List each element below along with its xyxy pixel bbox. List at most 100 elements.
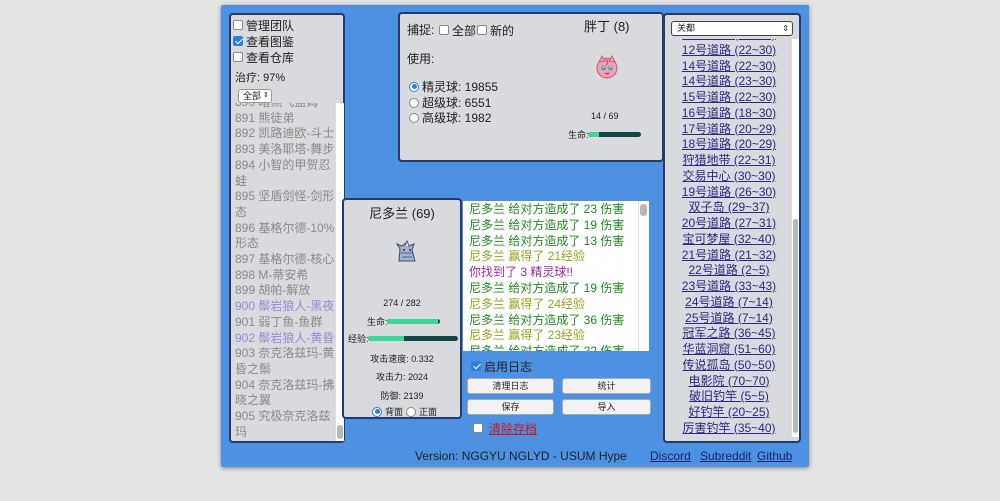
enemy-hp-label: 生命: <box>568 130 589 140</box>
subreddit-link[interactable]: Subreddit <box>700 449 751 463</box>
pokedex-entry[interactable]: 895 坚盾剑怪-剑形 <box>235 189 335 205</box>
catch-all-checkbox[interactable]: 全部 <box>439 22 476 38</box>
region-select[interactable]: 关都 ⇕ <box>671 21 793 36</box>
log-scrollbar[interactable] <box>638 201 648 351</box>
pokedex-entry[interactable]: 态 <box>235 205 335 221</box>
route-link[interactable]: 宝可梦屋 (32~40) <box>667 232 791 248</box>
select-arrows-icon: ⇕ <box>782 24 789 33</box>
pokedex-entry[interactable]: 蛙 <box>235 174 335 190</box>
pokedex-entry[interactable]: 892 凯路迪欧-斗士 <box>235 126 335 142</box>
pokedex-entry[interactable]: 900 鬃岩狼人-黑夜 <box>235 299 335 315</box>
route-link[interactable]: 14号道路 (22~30) <box>667 59 791 75</box>
checkbox-box[interactable] <box>233 20 243 30</box>
route-link[interactable]: 双子岛 (29~37) <box>667 200 791 216</box>
catch-new-checkbox[interactable]: 新的 <box>477 22 514 38</box>
route-link[interactable]: 狩猎地带 (22~31) <box>667 153 791 169</box>
clear-save-link[interactable]: 清除存档 <box>489 420 537 437</box>
checkbox-box[interactable] <box>439 25 449 35</box>
scrollbar-thumb[interactable] <box>337 425 343 439</box>
stats-button[interactable]: 统计 <box>562 378 651 394</box>
route-link[interactable]: 19号道路 (26~30) <box>667 185 791 201</box>
manage-team-checkbox[interactable]: 管理团队 <box>233 17 343 33</box>
enable-log-checkbox[interactable]: 启用日志 <box>471 358 532 374</box>
scrollbar-thumb[interactable] <box>640 204 647 216</box>
route-link[interactable]: 23号道路 (33~43) <box>667 279 791 295</box>
pokedex-list[interactable]: 890 暗黑飞盖姆891 熊徒弟892 凯路迪欧-斗士893 美洛耶塔-舞步89… <box>235 103 337 441</box>
ultraball-radio[interactable]: 高级球: 1982 <box>409 109 491 126</box>
pokeball-radio[interactable]: 精灵球: 19855 <box>409 78 498 95</box>
save-button[interactable]: 保存 <box>467 399 554 415</box>
scrollbar-thumb[interactable] <box>793 219 798 433</box>
radio-dot[interactable] <box>406 406 416 417</box>
github-link[interactable]: Github <box>757 449 792 463</box>
radio-dot[interactable] <box>409 81 419 92</box>
discord-link[interactable]: Discord <box>650 449 691 463</box>
view-pokedex-checkbox[interactable]: 查看图鉴 <box>233 33 343 49</box>
defense-stat: 防御: 2139 <box>380 391 424 401</box>
route-link[interactable]: 12号道路 (22~30) <box>667 43 791 59</box>
pokedex-entry[interactable]: 玛 <box>235 425 335 441</box>
pokedex-filter-select[interactable]: 全部 ⇕ <box>238 89 272 103</box>
log-line: 尼多兰 赢得了 24经验 <box>469 296 586 311</box>
route-link[interactable]: 14号道路 (23~30) <box>667 74 791 90</box>
route-link[interactable]: 冠军之路 (36~45) <box>667 326 791 342</box>
jigglypuff-sprite <box>596 54 618 79</box>
view-front-radio[interactable]: 正面 <box>406 405 437 418</box>
clear-log-button[interactable]: 清理日志 <box>467 378 554 394</box>
checkbox-box[interactable] <box>471 361 481 371</box>
routes-scrollbar[interactable] <box>791 39 799 437</box>
log-line: 尼多兰 赢得了 21经验 <box>469 249 586 264</box>
route-link[interactable]: 华蓝洞窟 (51~60) <box>667 342 791 358</box>
exp-bar <box>368 336 458 341</box>
pokedex-entry[interactable]: 902 鬃岩狼人-黄昏 <box>235 331 335 347</box>
radio-dot[interactable] <box>409 112 419 123</box>
route-link[interactable]: 17号道路 (20~29) <box>667 122 791 138</box>
view-back-radio[interactable]: 背面 <box>372 405 403 418</box>
pokedex-entry[interactable]: 晓之翼 <box>235 393 335 409</box>
log-line: 尼多兰 给对方造成了 19 伤害 <box>469 217 625 232</box>
route-link[interactable]: 破旧钓竿 (5~5) <box>667 389 791 405</box>
route-link[interactable]: 22号道路 (2~5) <box>667 263 791 279</box>
view-storage-checkbox[interactable]: 查看仓库 <box>233 49 343 65</box>
pokedex-entry[interactable]: 891 熊徒弟 <box>235 111 335 127</box>
game-window: 管理团队 查看图鉴 查看仓库 治疗: 97% 全部 ⇕ 890 暗黑飞盖姆891… <box>221 5 809 467</box>
import-button[interactable]: 导入 <box>562 399 651 415</box>
pokedex-entry[interactable]: 904 奈克洛兹玛-拂 <box>235 378 335 394</box>
route-link[interactable]: 18号道路 (20~29) <box>667 137 791 153</box>
route-link[interactable]: 厉害钓竿 (35~40) <box>667 421 791 437</box>
checkbox-box[interactable] <box>477 25 487 35</box>
checkbox-box[interactable] <box>233 52 243 62</box>
battle-log[interactable]: 尼多兰 给对方造成了 23 伤害 尼多兰 给对方造成了 19 伤害 尼多兰 给对方造… <box>463 201 649 351</box>
route-link[interactable]: 15号道路 (22~30) <box>667 90 791 106</box>
route-link[interactable]: 传说孤岛 (50~50) <box>667 358 791 374</box>
clear-save-control[interactable]: 清除存档 <box>473 420 537 436</box>
radio-dot[interactable] <box>409 97 419 108</box>
pokedex-entry[interactable]: 890 暗黑飞盖姆 <box>235 103 335 111</box>
pokedex-entry[interactable]: 903 奈克洛兹玛-黄 <box>235 346 335 362</box>
checkbox-box[interactable] <box>473 423 483 433</box>
pokedex-entry[interactable]: 昏之鬃 <box>235 362 335 378</box>
route-link[interactable]: 电影院 (70~70) <box>667 374 791 390</box>
pokedex-entry[interactable]: 893 美洛耶塔-舞步 <box>235 142 335 158</box>
route-link[interactable]: 交易中心 (30~30) <box>667 169 791 185</box>
route-link[interactable]: 24号道路 (7~14) <box>667 295 791 311</box>
route-link[interactable]: 好钓竿 (20~25) <box>667 405 791 421</box>
pokedex-entry[interactable]: 896 基格尔德-10% <box>235 221 335 237</box>
route-link[interactable]: 16号道路 (18~30) <box>667 106 791 122</box>
route-link[interactable]: 21号道路 (21~32) <box>667 248 791 264</box>
pokedex-entry[interactable]: 899 胡帕-解放 <box>235 283 335 299</box>
checkbox-box[interactable] <box>233 36 243 46</box>
radio-dot[interactable] <box>372 406 382 417</box>
pokedex-entry[interactable]: 形态 <box>235 236 335 252</box>
log-line: 尼多兰 给对方造成了 19 伤害 <box>469 280 625 295</box>
pokedex-entry[interactable]: 894 小智的甲贺忍 <box>235 158 335 174</box>
route-list[interactable]: 11号道路 (30~36)12号道路 (22~30)14号道路 (22~30)1… <box>667 39 791 437</box>
route-link[interactable]: 25号道路 (7~14) <box>667 311 791 327</box>
pokedex-entry[interactable]: 897 基格尔德-核心 <box>235 252 335 268</box>
use-label: 使用: <box>407 52 435 66</box>
pokedex-entry[interactable]: 898 M-蒂安希 <box>235 268 335 284</box>
pokedex-entry[interactable]: 905 究极奈克洛兹 <box>235 409 335 425</box>
pokedex-entry[interactable]: 901 弱丁鱼-鱼群 <box>235 315 335 331</box>
nidorina-sprite <box>395 239 416 262</box>
route-link[interactable]: 20号道路 (27~31) <box>667 216 791 232</box>
